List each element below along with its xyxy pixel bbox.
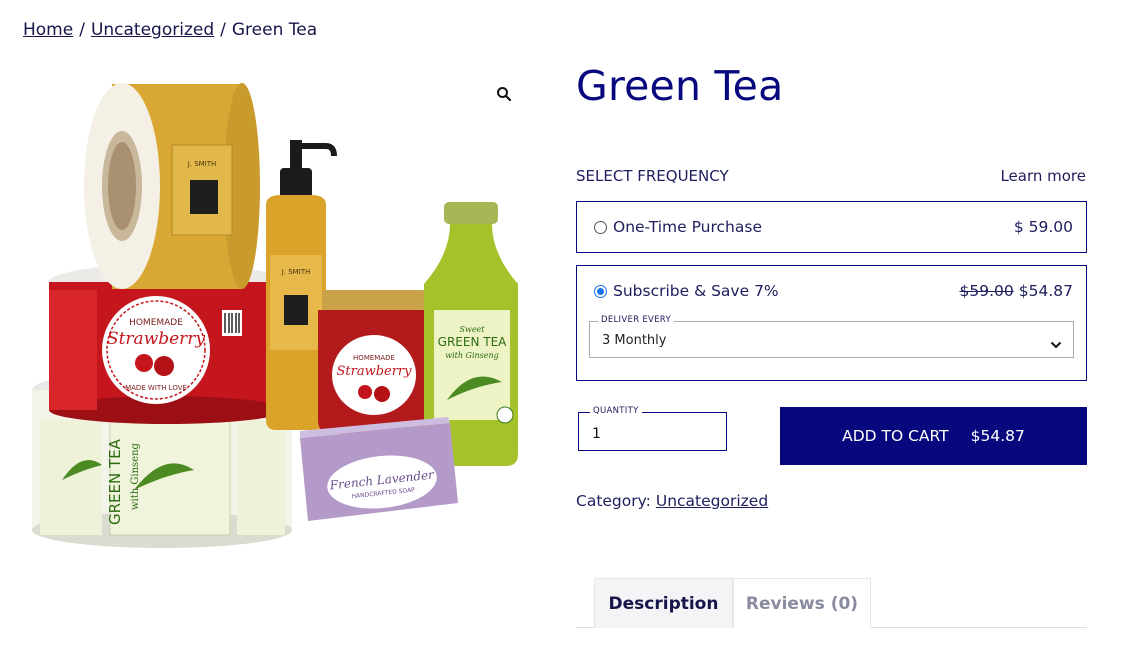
add-to-cart-label: ADD TO CART bbox=[842, 427, 949, 445]
add-to-cart-amount: $54.87 bbox=[970, 427, 1025, 445]
subscribe-price: $54.87 bbox=[1018, 282, 1073, 300]
chevron-down-icon bbox=[1050, 335, 1062, 349]
subscribe-option[interactable]: Subscribe & Save 7% $59.00 $54.87 DELIVER… bbox=[576, 265, 1087, 381]
category-link[interactable]: Uncategorized bbox=[656, 492, 768, 510]
product-title: Green Tea bbox=[576, 62, 784, 110]
subscribe-radio[interactable] bbox=[594, 284, 607, 298]
bottle-label: J. SMITH bbox=[281, 268, 311, 276]
one-time-price: $ 59.00 bbox=[1013, 218, 1073, 236]
quantity-input[interactable]: QUANTITY 1 bbox=[578, 406, 727, 451]
roll-gold-label: J. SMITH bbox=[187, 160, 217, 168]
roll-red-top: HOMEMADE bbox=[129, 318, 183, 328]
roll-white-sub: with Ginseng bbox=[130, 442, 141, 510]
deliver-every-value: 3 Monthly bbox=[602, 333, 667, 348]
tab-description[interactable]: Description bbox=[594, 578, 733, 628]
one-time-radio[interactable] bbox=[594, 220, 607, 234]
category-label: Category: bbox=[576, 492, 651, 510]
subscribe-old-price: $59.00 bbox=[959, 282, 1014, 300]
product-image[interactable]: GREEN TEA with Ginseng HOMEMADE Strawber… bbox=[22, 70, 532, 560]
product-tabs: Description Reviews (0) bbox=[576, 578, 1087, 628]
tea-sweet: Sweet bbox=[459, 325, 485, 334]
learn-more-link[interactable]: Learn more bbox=[1000, 167, 1086, 185]
one-time-label: One-Time Purchase bbox=[613, 218, 762, 236]
breadcrumb-current: Green Tea bbox=[231, 20, 318, 40]
quantity-value: 1 bbox=[592, 426, 601, 442]
breadcrumb-separator: / bbox=[220, 20, 226, 40]
tea-name: GREEN TEA bbox=[438, 335, 508, 349]
quantity-label: QUANTITY bbox=[590, 406, 642, 416]
one-time-purchase-option[interactable]: One-Time Purchase $ 59.00 bbox=[576, 201, 1087, 253]
add-to-cart-button[interactable]: ADD TO CART $54.87 bbox=[780, 407, 1087, 465]
breadcrumb-category-link[interactable]: Uncategorized bbox=[91, 20, 214, 40]
breadcrumb-home-link[interactable]: Home bbox=[23, 20, 73, 40]
roll-white-name: GREEN TEA bbox=[106, 438, 124, 525]
tab-reviews[interactable]: Reviews (0) bbox=[733, 578, 871, 628]
product-category: Category: Uncategorized bbox=[576, 492, 768, 510]
jar-script: Strawberry bbox=[336, 364, 412, 379]
breadcrumb: Home / Uncategorized / Green Tea bbox=[23, 20, 317, 40]
breadcrumb-separator: / bbox=[79, 20, 85, 40]
tea-sub: with Ginseng bbox=[445, 351, 499, 360]
select-frequency-label: SELECT FREQUENCY bbox=[576, 167, 729, 185]
deliver-every-label: DELIVER EVERY bbox=[598, 315, 674, 325]
roll-red-bottom: MADE WITH LOVE bbox=[125, 384, 187, 392]
roll-red-script: Strawberry bbox=[107, 329, 205, 349]
jar-top: HOMEMADE bbox=[353, 354, 395, 362]
deliver-every-select[interactable]: DELIVER EVERY 3 Monthly bbox=[589, 315, 1074, 358]
product-photo-illustration: GREEN TEA with Ginseng HOMEMADE Strawber… bbox=[32, 83, 518, 548]
subscribe-label: Subscribe & Save 7% bbox=[613, 282, 779, 300]
magnifier-icon[interactable] bbox=[494, 84, 514, 104]
